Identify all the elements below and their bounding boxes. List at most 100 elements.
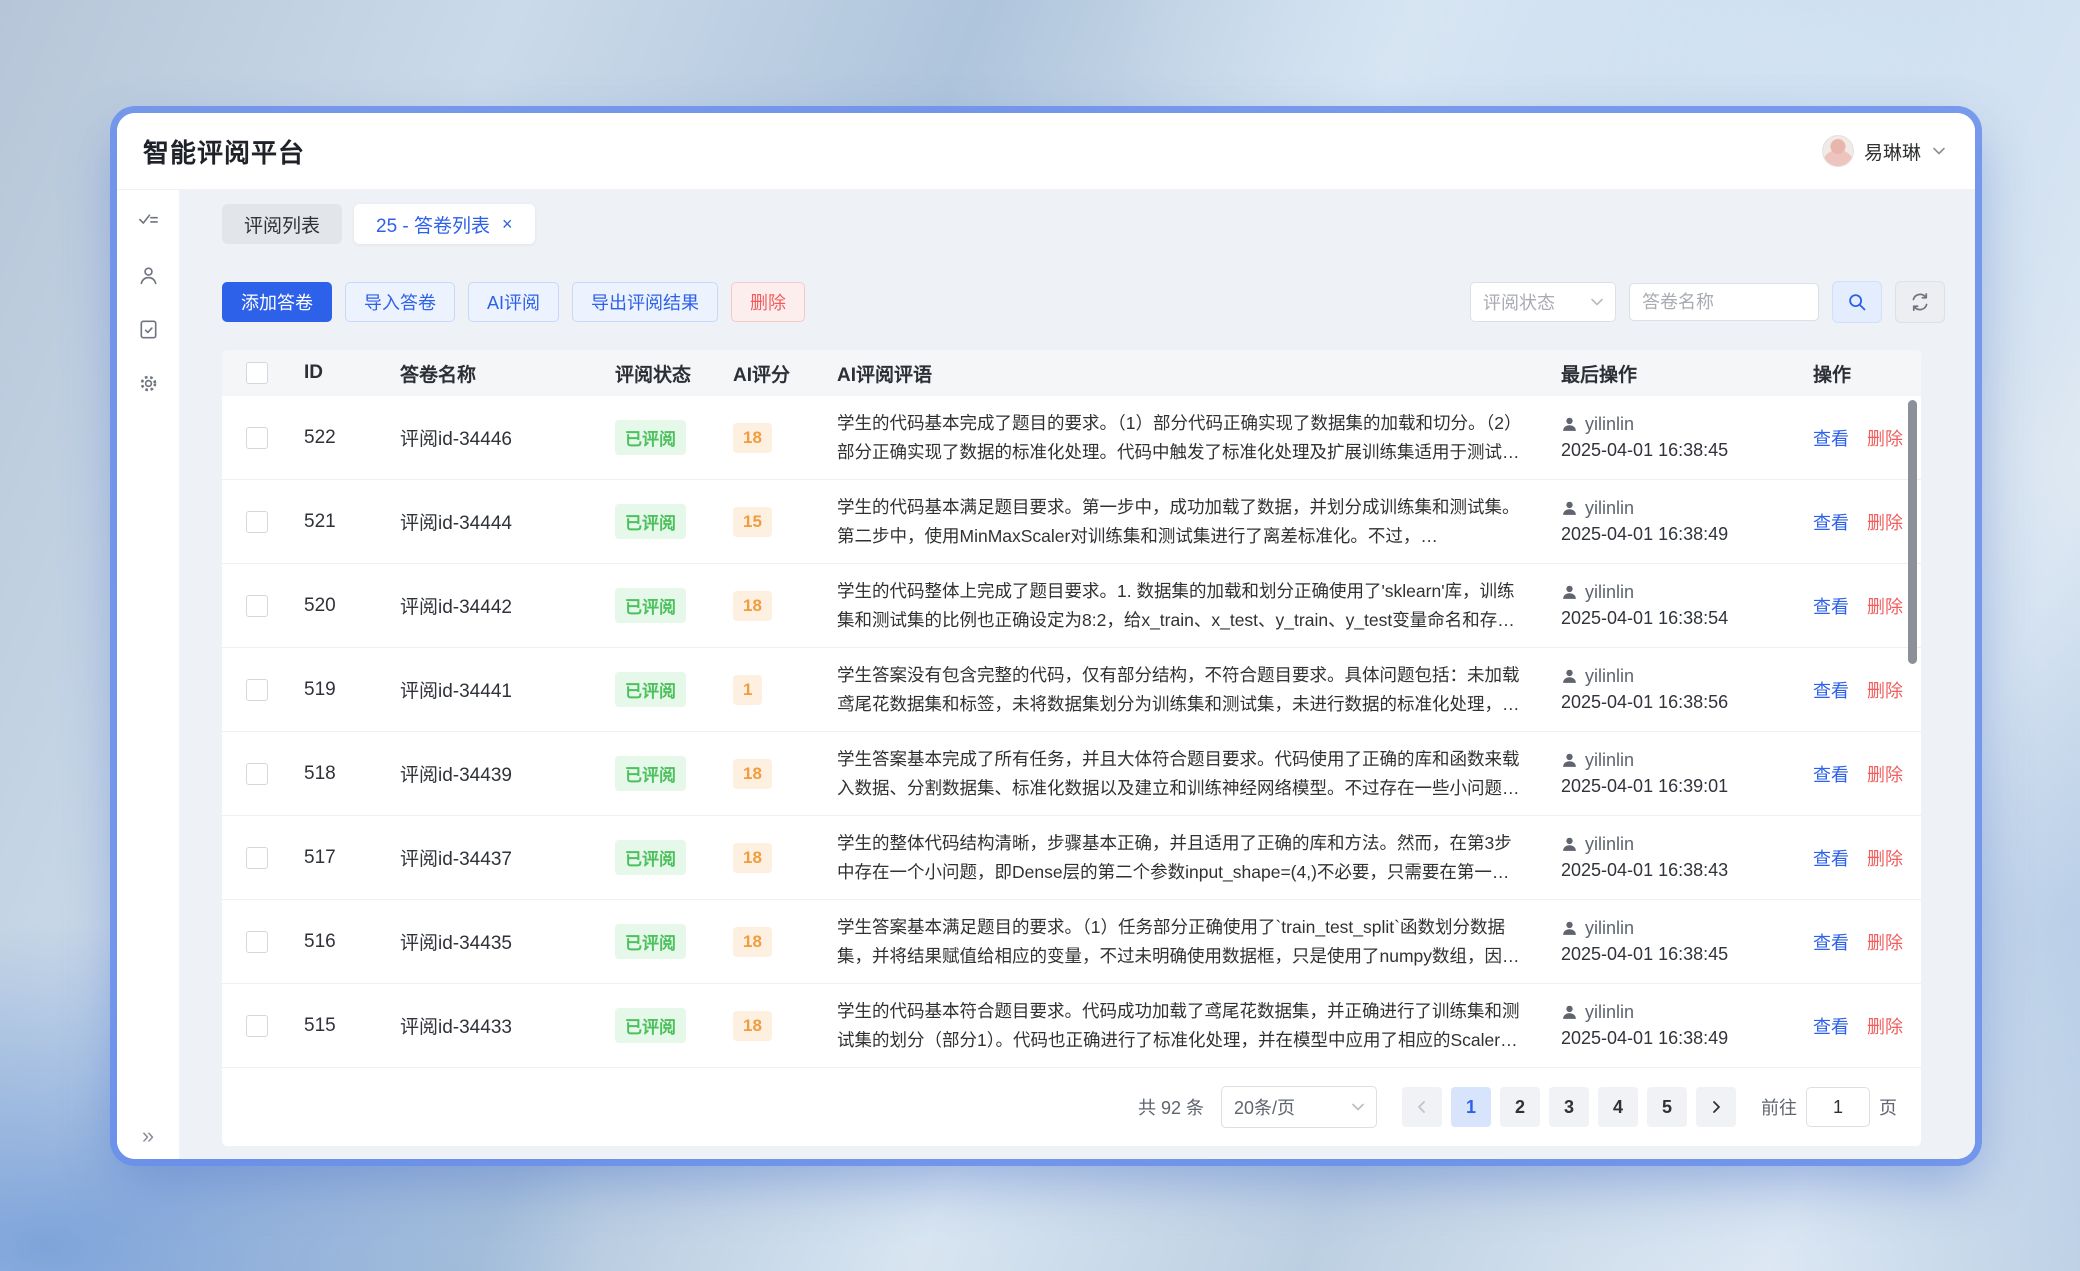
operation-time: 2025-04-01 16:38:49 <box>1561 524 1801 545</box>
answer-table: ID 答卷名称 评阅状态 AI评分 AI评阅评语 最后操作 操作 522 评阅i… <box>222 350 1921 1146</box>
person-icon <box>1561 500 1578 517</box>
table-header-row: ID 答卷名称 评阅状态 AI评分 AI评阅评语 最后操作 操作 <box>222 350 1921 396</box>
delete-button[interactable]: 删除 <box>731 282 805 322</box>
add-answer-button[interactable]: 添加答卷 <box>222 282 332 322</box>
goto-page-input[interactable] <box>1806 1087 1870 1127</box>
row-name: 评阅id-34433 <box>388 1012 603 1039</box>
view-link[interactable]: 查看 <box>1813 425 1849 451</box>
import-answer-button[interactable]: 导入答卷 <box>345 282 455 322</box>
delete-link[interactable]: 删除 <box>1867 425 1903 451</box>
status-badge: 已评阅 <box>615 756 686 791</box>
user-menu[interactable]: 易琳琳 <box>1822 135 1947 167</box>
row-name: 评阅id-34442 <box>388 592 603 619</box>
row-name: 评阅id-34444 <box>388 508 603 535</box>
person-icon <box>1561 920 1578 937</box>
search-button[interactable] <box>1832 281 1882 323</box>
status-badge: 已评阅 <box>615 924 686 959</box>
person-icon <box>1561 836 1578 853</box>
page-button-4[interactable]: 4 <box>1598 1087 1638 1127</box>
person-icon <box>1561 1004 1578 1021</box>
table-body: 522 评阅id-34446 已评阅 18 学生的代码基本完成了题目的要求。（1… <box>222 396 1921 1068</box>
tab-answer-list[interactable]: 25 - 答卷列表 × <box>354 204 535 244</box>
page-button-5[interactable]: 5 <box>1647 1087 1687 1127</box>
row-checkbox[interactable] <box>246 931 268 953</box>
status-badge: 已评阅 <box>615 672 686 707</box>
delete-link[interactable]: 删除 <box>1867 509 1903 535</box>
page-button-3[interactable]: 3 <box>1549 1087 1589 1127</box>
export-results-button[interactable]: 导出评阅结果 <box>572 282 718 322</box>
col-header-id: ID <box>292 362 388 384</box>
total-count: 共 92 条 <box>1138 1094 1204 1120</box>
row-name: 评阅id-34435 <box>388 928 603 955</box>
col-header-comment: AI评阅评语 <box>825 360 1549 387</box>
col-header-score: AI评分 <box>721 360 825 387</box>
view-link[interactable]: 查看 <box>1813 593 1849 619</box>
view-link[interactable]: 查看 <box>1813 929 1849 955</box>
table-row: 515 评阅id-34433 已评阅 18 学生的代码基本符合题目要求。代码成功… <box>222 984 1921 1068</box>
row-id: 521 <box>292 511 388 533</box>
table-row: 519 评阅id-34441 已评阅 1 学生答案没有包含完整的代码，仅有部分结… <box>222 648 1921 732</box>
next-page-button[interactable] <box>1696 1087 1736 1127</box>
chevron-down-icon <box>1589 294 1605 310</box>
row-checkbox[interactable] <box>246 1015 268 1037</box>
view-link[interactable]: 查看 <box>1813 509 1849 535</box>
operator-name: yilinlin <box>1585 666 1634 687</box>
row-name: 评阅id-34437 <box>388 844 603 871</box>
view-link[interactable]: 查看 <box>1813 845 1849 871</box>
sidebar-item-answer-sheets[interactable] <box>117 302 179 356</box>
prev-page-button[interactable] <box>1402 1087 1442 1127</box>
status-filter-select[interactable]: 评阅状态 <box>1470 282 1616 322</box>
row-checkbox[interactable] <box>246 427 268 449</box>
sidebar-item-users[interactable] <box>117 248 179 302</box>
view-link[interactable]: 查看 <box>1813 761 1849 787</box>
delete-link[interactable]: 删除 <box>1867 677 1903 703</box>
person-icon <box>1561 416 1578 433</box>
search-input[interactable] <box>1629 283 1819 321</box>
sidebar-item-review-list[interactable] <box>117 194 179 248</box>
delete-link[interactable]: 删除 <box>1867 1013 1903 1039</box>
vertical-scrollbar[interactable] <box>1908 400 1917 664</box>
select-all-checkbox[interactable] <box>246 362 268 384</box>
sidebar-expand-button[interactable]: » <box>117 1123 179 1149</box>
avatar[interactable] <box>1822 135 1854 167</box>
row-id: 517 <box>292 847 388 869</box>
row-id: 520 <box>292 595 388 617</box>
table-row: 518 评阅id-34439 已评阅 18 学生答案基本完成了所有任务，并且大体… <box>222 732 1921 816</box>
page-button-2[interactable]: 2 <box>1500 1087 1540 1127</box>
refresh-button[interactable] <box>1895 281 1945 323</box>
view-link[interactable]: 查看 <box>1813 1013 1849 1039</box>
operation-time: 2025-04-01 16:39:01 <box>1561 776 1801 797</box>
row-checkbox[interactable] <box>246 679 268 701</box>
row-checkbox[interactable] <box>246 847 268 869</box>
sidebar: » <box>117 190 180 1159</box>
table-row: 522 评阅id-34446 已评阅 18 学生的代码基本完成了题目的要求。（1… <box>222 396 1921 480</box>
delete-link[interactable]: 删除 <box>1867 929 1903 955</box>
page-size-select[interactable]: 20条/页 <box>1221 1086 1377 1128</box>
tab-bar: 评阅列表 25 - 答卷列表 × <box>222 204 1945 244</box>
delete-link[interactable]: 删除 <box>1867 593 1903 619</box>
status-filter-placeholder: 评阅状态 <box>1483 289 1555 315</box>
row-checkbox[interactable] <box>246 763 268 785</box>
delete-link[interactable]: 删除 <box>1867 761 1903 787</box>
tab-close-icon[interactable]: × <box>502 215 513 233</box>
operator-name: yilinlin <box>1585 582 1634 603</box>
tab-review-list[interactable]: 评阅列表 <box>222 204 342 244</box>
user-icon <box>137 264 160 287</box>
col-header-status: 评阅状态 <box>603 360 721 387</box>
table-row: 516 评阅id-34435 已评阅 18 学生答案基本满足题目的要求。（1）任… <box>222 900 1921 984</box>
settings-icon <box>137 372 160 395</box>
ai-review-button[interactable]: AI评阅 <box>468 282 559 322</box>
row-checkbox[interactable] <box>246 595 268 617</box>
page-size-value: 20条/页 <box>1234 1094 1295 1120</box>
view-link[interactable]: 查看 <box>1813 677 1849 703</box>
page-button-1[interactable]: 1 <box>1451 1087 1491 1127</box>
ai-comment: 学生的代码整体上完成了题目要求。1. 数据集的加载和划分正确使用了'sklear… <box>825 577 1549 635</box>
col-header-actions: 操作 <box>1801 360 1921 387</box>
col-header-name: 答卷名称 <box>388 360 603 387</box>
row-checkbox[interactable] <box>246 511 268 533</box>
person-icon <box>1561 752 1578 769</box>
search-icon <box>1846 291 1868 313</box>
delete-link[interactable]: 删除 <box>1867 845 1903 871</box>
status-badge: 已评阅 <box>615 1008 686 1043</box>
sidebar-item-settings[interactable] <box>117 356 179 410</box>
